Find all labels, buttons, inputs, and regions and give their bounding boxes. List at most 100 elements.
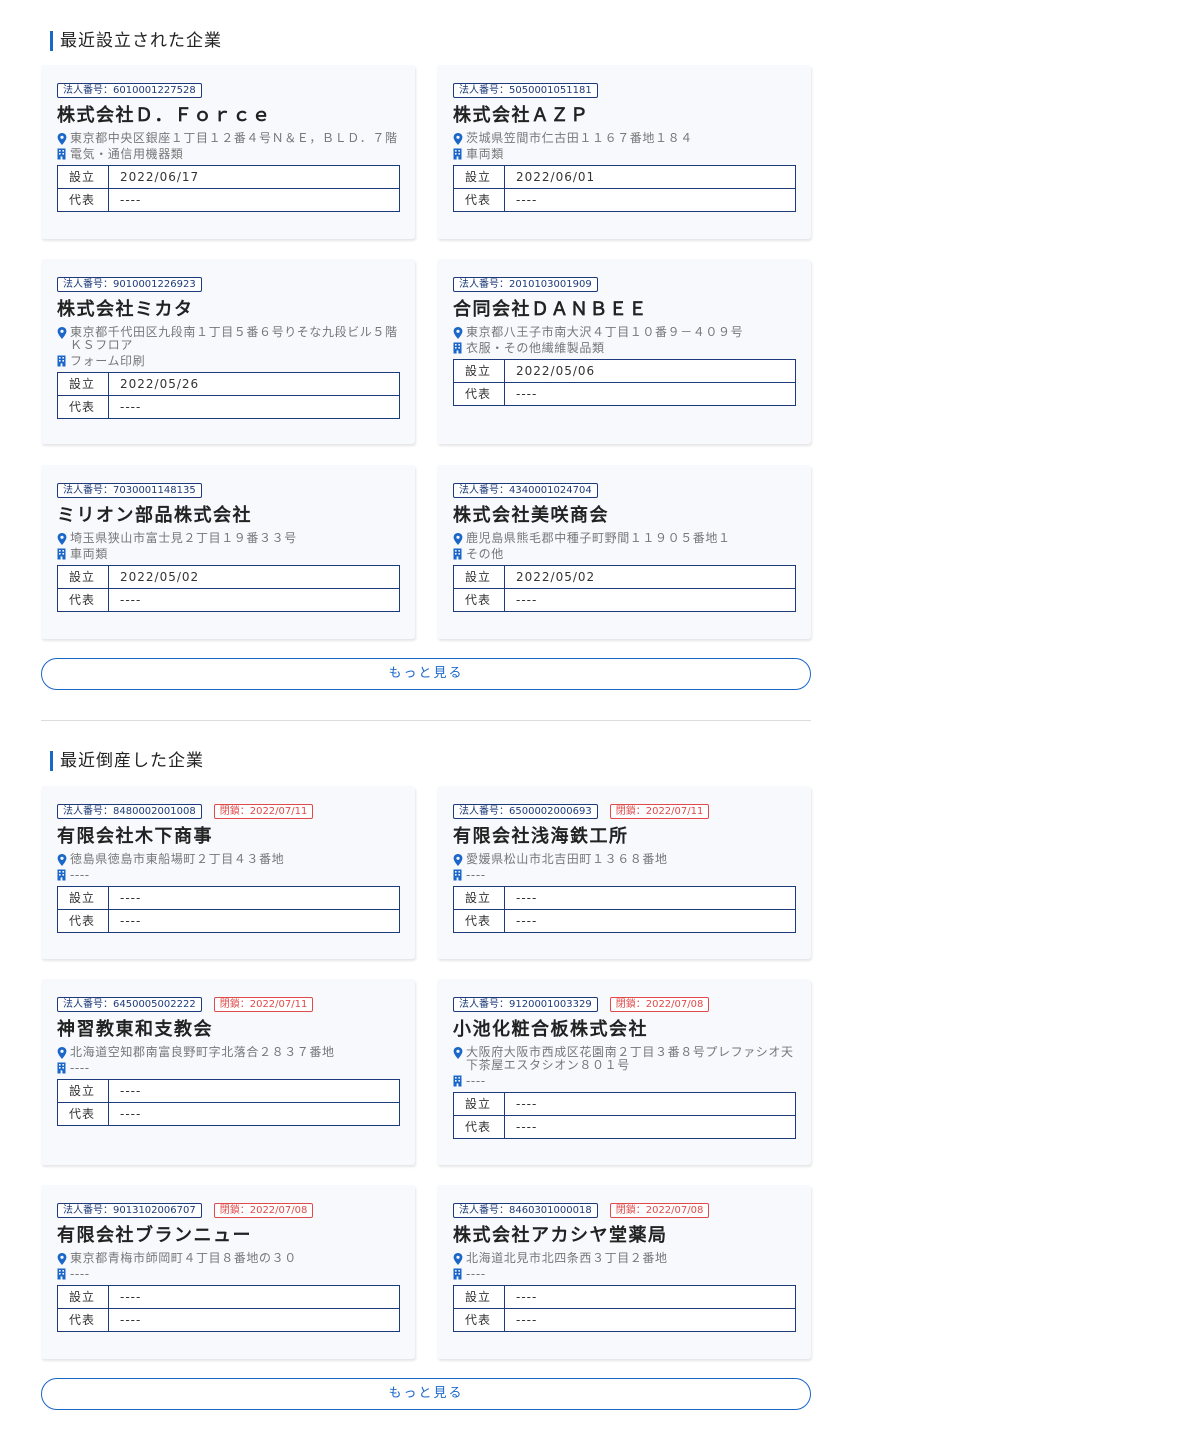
- address-text: 北海道北見市北四条西３丁目２番地: [466, 1251, 668, 1265]
- company-card[interactable]: 法人番号：7030001148135 ミリオン部品株式会社 埼玉県狭山市富士見２…: [41, 465, 415, 639]
- company-card[interactable]: 法人番号：5050001051181 株式会社ＡＺＰ 茨城県笠間市仁古田１１６７…: [437, 65, 811, 239]
- representative-label: 代表: [57, 395, 109, 419]
- badge-row: 法人番号：8480002001008 閉鎖：2022/07/11: [57, 804, 399, 819]
- map-pin-icon: [57, 854, 67, 866]
- more-established-button[interactable]: もっと見る: [41, 658, 811, 690]
- industry-text: ----: [466, 1267, 486, 1281]
- representative-value: ----: [504, 188, 796, 212]
- representative-label: 代表: [57, 188, 109, 212]
- badge-row: 法人番号：2010103001909: [453, 277, 795, 292]
- company-card[interactable]: 法人番号：8480002001008 閉鎖：2022/07/11 有限会社木下商…: [41, 786, 415, 959]
- representative-label: 代表: [57, 1308, 109, 1332]
- company-name[interactable]: 株式会社ＡＺＰ: [453, 104, 795, 128]
- industry-text: ----: [466, 1074, 486, 1088]
- established-label: 設立: [57, 165, 109, 189]
- table-row: 設立 2022/05/06: [453, 359, 796, 383]
- company-info-table: 設立 2022/05/02 代表 ----: [57, 565, 400, 612]
- company-industry: ----: [453, 1268, 795, 1281]
- building-icon: [453, 1075, 462, 1087]
- company-name[interactable]: 有限会社木下商事: [57, 825, 399, 849]
- table-row: 代表 ----: [453, 588, 796, 612]
- established-label: 設立: [453, 565, 505, 589]
- company-card[interactable]: 法人番号：6010001227528 株式会社Ｄ．Ｆｏｒｃｅ 東京都中央区銀座１…: [41, 65, 415, 239]
- table-row: 設立 2022/05/02: [57, 565, 400, 589]
- representative-label: 代表: [57, 909, 109, 933]
- established-label: 設立: [57, 1079, 109, 1103]
- representative-value: ----: [108, 188, 400, 212]
- representative-value: ----: [504, 1308, 796, 1332]
- representative-value: ----: [108, 588, 400, 612]
- company-card[interactable]: 法人番号：4340001024704 株式会社美咲商会 鹿児島県熊毛郡中種子町野…: [437, 465, 811, 639]
- representative-label: 代表: [453, 188, 505, 212]
- established-value: ----: [504, 1285, 796, 1309]
- building-icon: [57, 1268, 66, 1280]
- company-name[interactable]: 神習教東和支教会: [57, 1018, 399, 1042]
- map-pin-icon: [453, 533, 463, 545]
- company-name[interactable]: 株式会社アカシヤ堂薬局: [453, 1224, 795, 1248]
- company-card[interactable]: 法人番号：6450005002222 閉鎖：2022/07/11 神習教東和支教…: [41, 979, 415, 1165]
- company-address: 北海道空知郡南富良野町字北落合２８３７番地: [57, 1046, 399, 1059]
- established-value: ----: [108, 1285, 400, 1309]
- map-pin-icon: [453, 854, 463, 866]
- map-pin-icon: [57, 327, 67, 339]
- company-name[interactable]: 合同会社ＤＡＮＢＥＥ: [453, 298, 795, 322]
- company-name[interactable]: 株式会社ミカタ: [57, 298, 399, 322]
- company-info-table: 設立 ---- 代表 ----: [453, 886, 796, 933]
- representative-value: ----: [108, 1102, 400, 1126]
- table-row: 設立 ----: [57, 1285, 400, 1309]
- table-row: 代表 ----: [57, 588, 400, 612]
- company-card[interactable]: 法人番号：9010001226923 株式会社ミカタ 東京都千代田区九段南１丁目…: [41, 259, 415, 444]
- building-icon: [57, 148, 66, 160]
- table-row: 代表 ----: [57, 909, 400, 933]
- table-row: 代表 ----: [453, 188, 796, 212]
- company-address: 東京都千代田区九段南１丁目５番６号りそな九段ビル５階ＫＳフロア: [57, 326, 399, 352]
- company-name[interactable]: 株式会社美咲商会: [453, 504, 795, 528]
- building-icon: [57, 1062, 66, 1074]
- company-name[interactable]: 小池化粧合板株式会社: [453, 1018, 795, 1042]
- company-name[interactable]: ミリオン部品株式会社: [57, 504, 399, 528]
- address-text: 大阪府大阪市西成区花園南２丁目３番８号プレファシオ天下茶屋エスタシオン８０１号: [466, 1045, 794, 1072]
- address-text: 茨城県笠間市仁古田１１６７番地１８４: [466, 131, 693, 145]
- company-card[interactable]: 法人番号：8460301000018 閉鎖：2022/07/08 株式会社アカシ…: [437, 1185, 811, 1359]
- table-row: 代表 ----: [453, 1115, 796, 1139]
- more-bankrupt-button[interactable]: もっと見る: [41, 1378, 811, 1410]
- building-icon: [453, 342, 462, 354]
- established-value: ----: [108, 1079, 400, 1103]
- closed-date-badge: 閉鎖：2022/07/08: [213, 1203, 314, 1218]
- established-value: ----: [108, 886, 400, 910]
- company-industry: ----: [57, 869, 399, 882]
- corporate-number-badge: 法人番号：9013102006707: [57, 1203, 202, 1218]
- table-row: 代表 ----: [57, 1308, 400, 1332]
- representative-label: 代表: [453, 1115, 505, 1139]
- badge-row: 法人番号：9013102006707 閉鎖：2022/07/08: [57, 1203, 399, 1218]
- industry-text: ----: [466, 868, 486, 882]
- corporate-number-badge: 法人番号：9010001226923: [57, 277, 202, 292]
- company-card[interactable]: 法人番号：9013102006707 閉鎖：2022/07/08 有限会社ブラン…: [41, 1185, 415, 1359]
- map-pin-icon: [453, 133, 463, 145]
- established-value: ----: [504, 886, 796, 910]
- company-industry: その他: [453, 548, 795, 561]
- corporate-number-badge: 法人番号：8480002001008: [57, 804, 202, 819]
- company-address: 埼玉県狭山市富士見２丁目１９番３３号: [57, 532, 399, 545]
- company-card[interactable]: 法人番号：6500002000693 閉鎖：2022/07/11 有限会社浅海鉄…: [437, 786, 811, 959]
- badge-row: 法人番号：7030001148135: [57, 483, 399, 498]
- address-text: 北海道空知郡南富良野町字北落合２８３７番地: [70, 1045, 335, 1059]
- company-info-table: 設立 2022/05/02 代表 ----: [453, 565, 796, 612]
- map-pin-icon: [57, 533, 67, 545]
- company-name[interactable]: 株式会社Ｄ．Ｆｏｒｃｅ: [57, 104, 399, 128]
- representative-label: 代表: [453, 382, 505, 406]
- building-icon: [453, 869, 462, 881]
- section-divider: [41, 720, 811, 721]
- company-name[interactable]: 有限会社ブランニュー: [57, 1224, 399, 1248]
- company-industry: 衣服・その他繊維製品類: [453, 342, 795, 355]
- company-address: 東京都中央区銀座１丁目１２番４号Ｎ＆Ｅ，ＢＬＤ．７階: [57, 132, 399, 145]
- badge-row: 法人番号：6500002000693 閉鎖：2022/07/11: [453, 804, 795, 819]
- company-card[interactable]: 法人番号：9120001003329 閉鎖：2022/07/08 小池化粧合板株…: [437, 979, 811, 1165]
- closed-date-badge: 閉鎖：2022/07/08: [609, 1203, 710, 1218]
- established-value: 2022/05/02: [108, 565, 400, 589]
- badge-row: 法人番号：9010001226923: [57, 277, 399, 292]
- company-name[interactable]: 有限会社浅海鉄工所: [453, 825, 795, 849]
- corporate-number-badge: 法人番号：8460301000018: [453, 1203, 598, 1218]
- corporate-number-badge: 法人番号：4340001024704: [453, 483, 598, 498]
- company-card[interactable]: 法人番号：2010103001909 合同会社ＤＡＮＢＥＥ 東京都八王子市南大沢…: [437, 259, 811, 444]
